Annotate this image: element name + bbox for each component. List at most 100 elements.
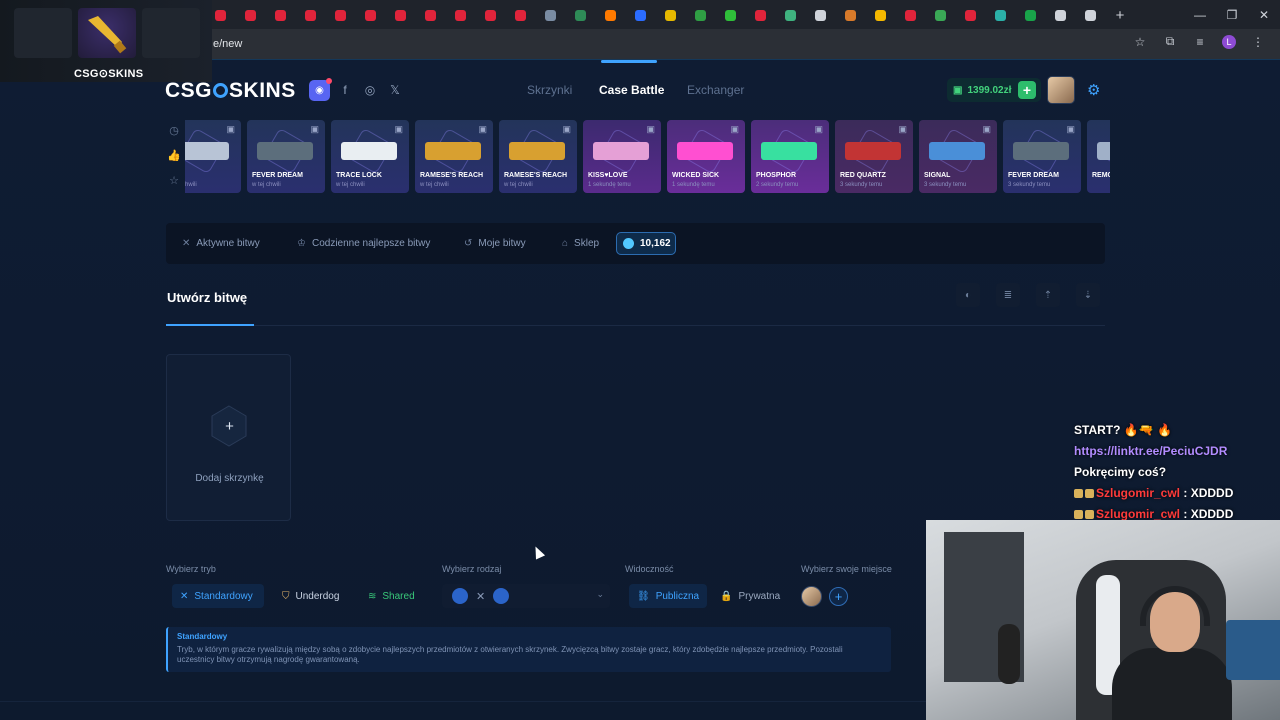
browser-tab[interactable] — [600, 6, 620, 24]
profile-avatar[interactable]: L — [1222, 34, 1236, 49]
drop-card[interactable]: ▣ SIGNAL 3 sekundy temu — [919, 120, 997, 193]
drop-card[interactable]: ▣ RAMESE'S REACH w tej chwili — [415, 120, 493, 193]
x-twitter-icon[interactable]: 𝕏 — [385, 80, 405, 100]
browser-tab[interactable] — [930, 6, 950, 24]
browser-tab[interactable] — [330, 6, 350, 24]
seat-avatar[interactable] — [801, 586, 822, 607]
versus-icon: ✕ — [476, 590, 486, 603]
browser-tab[interactable] — [480, 6, 500, 24]
mode-underdog-button[interactable]: ⛉ Underdog — [274, 584, 347, 608]
sort-desc-icon[interactable]: ⇣ — [1076, 283, 1100, 307]
user-avatar[interactable] — [1047, 76, 1075, 104]
browser-tab[interactable] — [720, 6, 740, 24]
menu-daily-best[interactable]: ♔ Codzienne najlepsze bitwy — [297, 238, 430, 249]
instagram-icon[interactable]: ◎ — [360, 80, 380, 100]
visibility-public-button[interactable]: ⛓ Publiczna — [629, 584, 707, 608]
chat-username: Szlugomir_cwl — [1096, 486, 1181, 500]
browser-tab[interactable] — [510, 6, 530, 24]
sound-icon[interactable]: ◐ — [956, 283, 980, 307]
overlay-item-image — [142, 8, 200, 58]
browser-tab[interactable] — [840, 6, 860, 24]
browser-tab[interactable] — [960, 6, 980, 24]
drop-card[interactable]: ▣ FEVER DREAM w tej chwili — [247, 120, 325, 193]
extensions-icon[interactable]: ⧉ — [1162, 34, 1178, 49]
drop-card[interactable]: ▣ KISS♥LOVE 1 sekundę temu — [583, 120, 661, 193]
browser-tab[interactable] — [210, 6, 230, 24]
swords-icon: ✕ — [180, 590, 189, 602]
mode-standard-button[interactable]: ✕ Standardowy — [172, 584, 264, 608]
gear-icon[interactable]: ⚙ — [1087, 81, 1100, 99]
webcam-person-body — [1112, 648, 1232, 720]
menu-shop[interactable]: ⌂ Sklep — [562, 238, 599, 249]
site-logo[interactable]: CSG SKINS — [165, 79, 296, 103]
browser-tab[interactable] — [420, 6, 440, 24]
menu-dots-icon[interactable]: ⋮ — [1250, 35, 1266, 49]
browser-tab[interactable] — [810, 6, 830, 24]
mode-shared-button[interactable]: ≋ Shared — [360, 584, 423, 608]
browser-tab[interactable] — [990, 6, 1010, 24]
minimize-icon[interactable]: — — [1184, 0, 1216, 29]
weapon-skin-image — [509, 142, 565, 160]
drop-card[interactable]: ▣ FEVER DREAM 3 sekundy temu — [1003, 120, 1081, 193]
mode-label-text: Underdog — [295, 590, 340, 602]
drop-card[interactable]: ▣ PHOSPHOR 2 sekundy temu — [751, 120, 829, 193]
visibility-private-button[interactable]: 🔒 Prywatna — [712, 584, 788, 608]
browser-tab[interactable] — [900, 6, 920, 24]
close-icon[interactable]: ✕ — [1248, 0, 1280, 29]
discord-icon[interactable]: ◉ — [309, 78, 332, 101]
drop-card[interactable]: ▣ WICKED SICK 1 sekundę temu — [667, 120, 745, 193]
browser-tab[interactable] — [1020, 6, 1040, 24]
thumbs-up-icon[interactable]: 👍 — [165, 149, 183, 162]
browser-tab[interactable] — [870, 6, 890, 24]
star-icon[interactable]: ☆ — [165, 174, 183, 187]
drop-card[interactable]: ▣ RAMESE'S REACH w tej chwili — [499, 120, 577, 193]
menu-active-battles[interactable]: ✕ Aktywne bitwy — [182, 238, 260, 249]
browser-tab[interactable] — [690, 6, 710, 24]
drop-card[interactable]: ▣REMO — [1087, 120, 1110, 193]
browser-tab[interactable] — [240, 6, 260, 24]
add-seat-button[interactable]: + — [829, 587, 848, 606]
browser-tab[interactable] — [450, 6, 470, 24]
menu-my-battles[interactable]: ↺ Moje bitwy — [464, 238, 526, 249]
browser-tab[interactable] — [780, 6, 800, 24]
facebook-icon[interactable]: f — [335, 80, 355, 100]
chat-badge-icon — [1074, 510, 1083, 519]
drop-card[interactable]: ▣ w tej chwili — [185, 120, 241, 193]
drop-card[interactable]: ▣ TRACE LOCK w tej chwili — [331, 120, 409, 193]
browser-tab[interactable] — [1080, 6, 1100, 24]
url-text[interactable]: e/new — [213, 38, 242, 50]
new-tab-button[interactable]: + — [1110, 7, 1130, 24]
drop-time: 3 sekundy temu — [840, 182, 883, 188]
favicon-icon — [394, 9, 406, 21]
drop-card[interactable]: ▣ RED QUARTZ 3 sekundy temu — [835, 120, 913, 193]
browser-tab[interactable] — [570, 6, 590, 24]
browser-tab[interactable] — [660, 6, 680, 24]
bookmark-star-icon[interactable]: ☆ — [1132, 35, 1148, 49]
nav-case-battle[interactable]: Case Battle — [599, 83, 664, 97]
browser-tab[interactable] — [390, 6, 410, 24]
browser-tab[interactable] — [300, 6, 320, 24]
weapon-skin-image — [845, 142, 901, 160]
browser-tab[interactable] — [1050, 6, 1070, 24]
browser-tab[interactable] — [540, 6, 560, 24]
browser-tab[interactable] — [630, 6, 650, 24]
layers-icon[interactable]: ≣ — [996, 283, 1020, 307]
browser-tab[interactable] — [360, 6, 380, 24]
clock-icon[interactable]: ◷ — [165, 124, 183, 137]
media-icon[interactable]: ≡ — [1192, 35, 1208, 49]
nav-exchanger[interactable]: Exchanger — [687, 83, 744, 97]
sort-asc-icon[interactable]: ⇡ — [1036, 283, 1060, 307]
overlay-item-image — [14, 8, 72, 58]
battle-type-select[interactable]: ✕ ⌄ — [442, 584, 610, 608]
visibility-label: Widoczność — [625, 564, 674, 574]
coins-balance[interactable]: 10,162 — [616, 232, 676, 255]
restore-icon[interactable]: ❐ — [1216, 0, 1248, 29]
nav-skrzynki[interactable]: Skrzynki — [527, 83, 572, 97]
add-case-card[interactable]: + Dodaj skrzynkę — [166, 354, 291, 521]
browser-tab[interactable] — [270, 6, 290, 24]
browser-tab[interactable] — [750, 6, 770, 24]
drop-name: KISS♥LOVE — [588, 172, 628, 179]
seat-label: Wybierz swoje miejsce — [801, 564, 892, 574]
trophy-icon: ♔ — [297, 238, 306, 249]
deposit-button[interactable]: + — [1018, 81, 1036, 99]
